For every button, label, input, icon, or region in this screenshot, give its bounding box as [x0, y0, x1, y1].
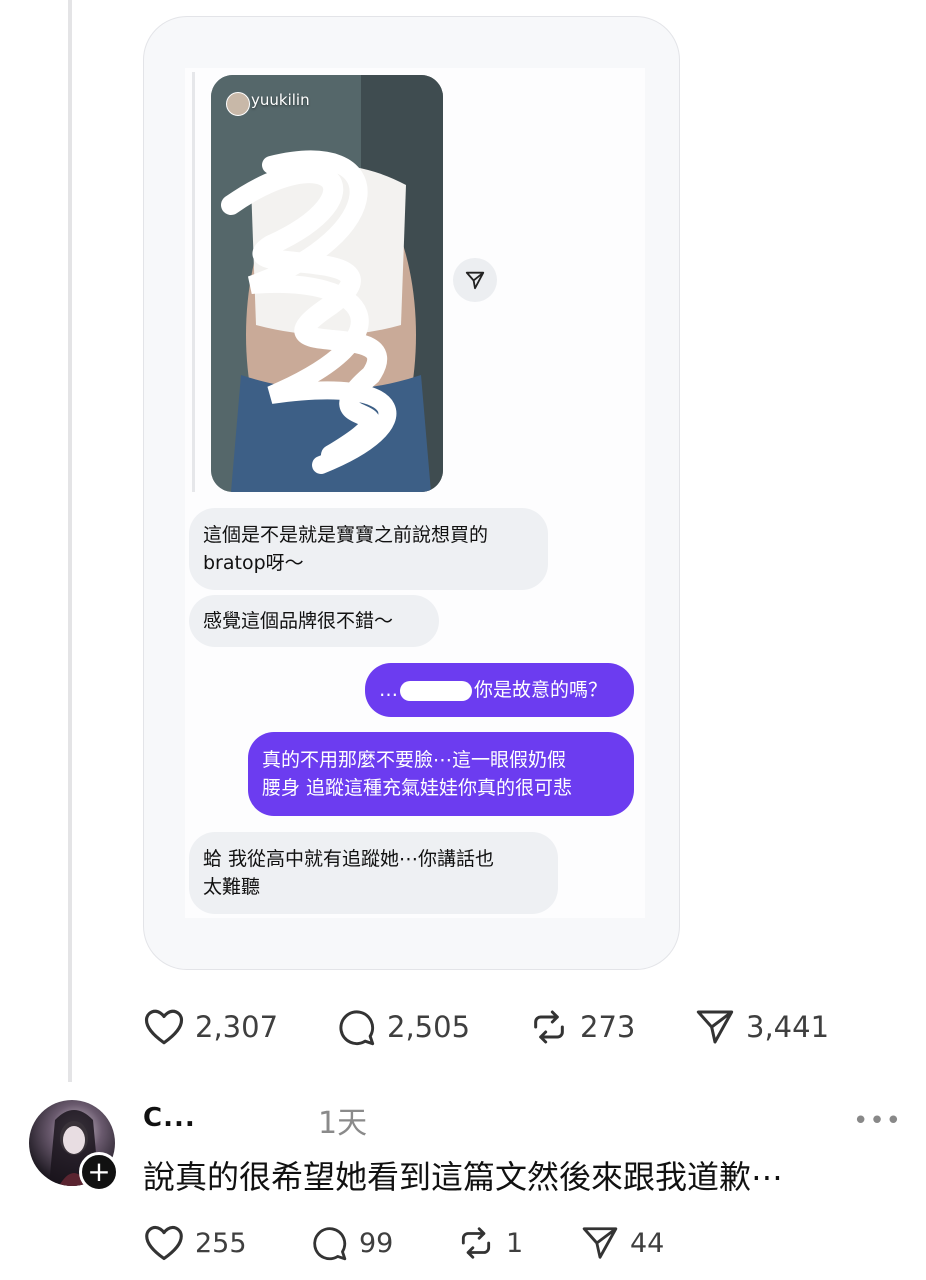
share-button[interactable]: 3,441 — [694, 1007, 829, 1047]
share-story-button[interactable] — [453, 258, 497, 302]
message-text: … — [379, 679, 398, 701]
comment-like-count: 255 — [195, 1227, 247, 1259]
message-text: 太難聽 — [203, 876, 261, 898]
send-icon — [465, 271, 485, 290]
story-avatar — [226, 92, 250, 116]
comment-reply-count: 99 — [359, 1227, 394, 1259]
message-incoming: 感覺這個品牌很不錯～ — [189, 595, 439, 647]
comment-share-button[interactable]: 44 — [580, 1224, 664, 1262]
comment-icon — [313, 1227, 347, 1261]
thread-line — [68, 0, 72, 1082]
comment-username[interactable]: C... — [143, 1103, 196, 1133]
story-username: yuukilin — [251, 91, 310, 109]
share-icon — [582, 1227, 618, 1259]
follow-button[interactable]: + — [79, 1152, 119, 1192]
message-outgoing: 真的不用那麼不要臉⋯這一眼假奶假 腰身 追蹤這種充氣娃娃你真的很可悲 — [248, 732, 634, 816]
story-reply-line — [192, 72, 195, 492]
repost-icon — [461, 1227, 491, 1259]
comment-repost-count: 1 — [506, 1227, 524, 1259]
repost-button[interactable]: 273 — [528, 1007, 635, 1047]
message-text: 蛤 我從高中就有追蹤她⋯你講話也 — [203, 848, 495, 870]
share-icon — [696, 1010, 734, 1044]
comment-timestamp: 1天 — [318, 1106, 368, 1141]
heart-icon — [145, 1225, 183, 1261]
comment-text: 說真的很希望她看到這篇文然後來跟我道歉⋯ — [143, 1158, 784, 1196]
message-text: 真的不用那麼不要臉⋯這一眼假奶假 — [262, 749, 567, 771]
like-count: 2,307 — [195, 1010, 279, 1044]
comment-repost-button[interactable]: 1 — [456, 1224, 523, 1262]
comment-count: 2,505 — [387, 1010, 471, 1044]
plus-icon: + — [87, 1155, 111, 1188]
redaction-mark — [400, 680, 472, 701]
comment-like-button[interactable]: 255 — [143, 1224, 247, 1262]
comment-button[interactable]: 2,505 — [335, 1007, 470, 1047]
story-image — [211, 75, 443, 492]
message-text: 這個是不是就是寶寶之前說想買的 — [203, 524, 489, 546]
heart-icon — [144, 1009, 184, 1045]
repost-count: 273 — [580, 1010, 636, 1044]
message-incoming: 蛤 我從高中就有追蹤她⋯你講話也 太難聽 — [189, 832, 558, 914]
message-text: 腰身 追蹤這種充氣娃娃你真的很可悲 — [262, 777, 573, 799]
message-incoming: 這個是不是就是寶寶之前說想買的 bratop呀～ — [189, 508, 548, 590]
more-icon: ••• — [853, 1106, 903, 1136]
share-count: 3,441 — [746, 1010, 830, 1044]
comment-icon — [339, 1010, 375, 1046]
comment-share-count: 44 — [630, 1227, 665, 1259]
repost-icon — [534, 1010, 564, 1044]
message-text: 你是故意的嗎？ — [474, 679, 608, 701]
message-text: bratop呀～ — [203, 552, 304, 574]
shared-story[interactable]: yuukilin — [211, 75, 443, 492]
like-button[interactable]: 2,307 — [143, 1007, 278, 1047]
comment-reply-button[interactable]: 99 — [309, 1224, 393, 1262]
message-text: 感覺這個品牌很不錯～ — [203, 610, 394, 632]
message-outgoing: … 你是故意的嗎？ — [365, 663, 634, 717]
more-options-button[interactable]: ••• — [853, 1106, 902, 1136]
